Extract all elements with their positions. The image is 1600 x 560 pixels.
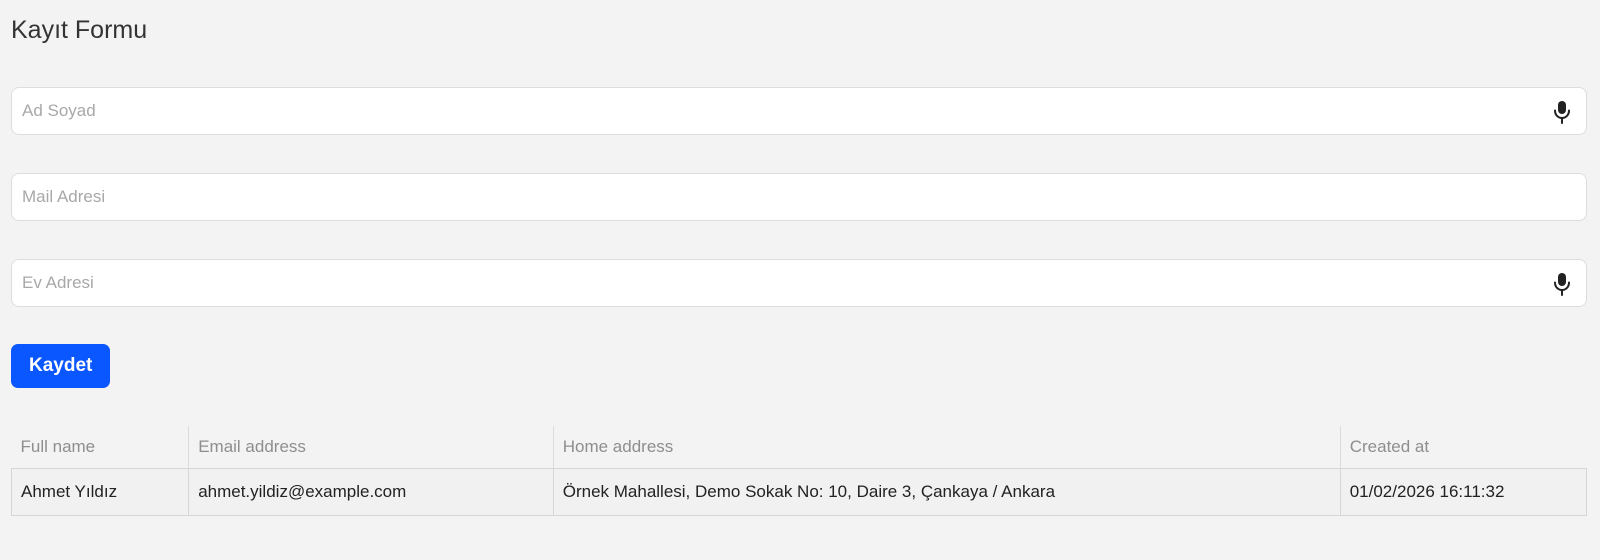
cell-created-at: 01/02/2026 16:11:32 (1339, 468, 1588, 516)
cell-email: ahmet.yildiz@example.com (188, 468, 554, 516)
column-header-full-name: Full name (11, 426, 189, 469)
registration-page: Kayıt Formu Kaydet Full name (10, 0, 1588, 516)
save-button[interactable]: Kaydet (11, 344, 111, 388)
home-address-field[interactable] (11, 259, 1587, 307)
cell-home-address: Örnek Mahallesi, Demo Sokak No: 10, Dair… (552, 468, 1341, 516)
page-title: Kayıt Formu (11, 16, 148, 44)
home-address-input[interactable] (12, 260, 1586, 306)
cell-full-name: Ahmet Yıldız (10, 468, 190, 516)
microphone-icon[interactable] (1552, 100, 1572, 124)
column-header-created-at: Created at (1339, 426, 1587, 469)
column-header-email: Email address (188, 426, 554, 469)
records-table: Full name Email address Home address Cre… (10, 426, 1588, 516)
column-header-home-address: Home address (552, 426, 1341, 469)
full-name-field[interactable] (11, 87, 1587, 135)
email-field[interactable] (11, 173, 1587, 221)
table-header-row: Full name Email address Home address Cre… (11, 426, 1587, 469)
microphone-icon[interactable] (1552, 272, 1572, 296)
full-name-input[interactable] (12, 88, 1586, 134)
table-row: Ahmet Yıldız ahmet.yildiz@example.com Ör… (10, 468, 1588, 516)
email-input[interactable] (12, 174, 1586, 220)
